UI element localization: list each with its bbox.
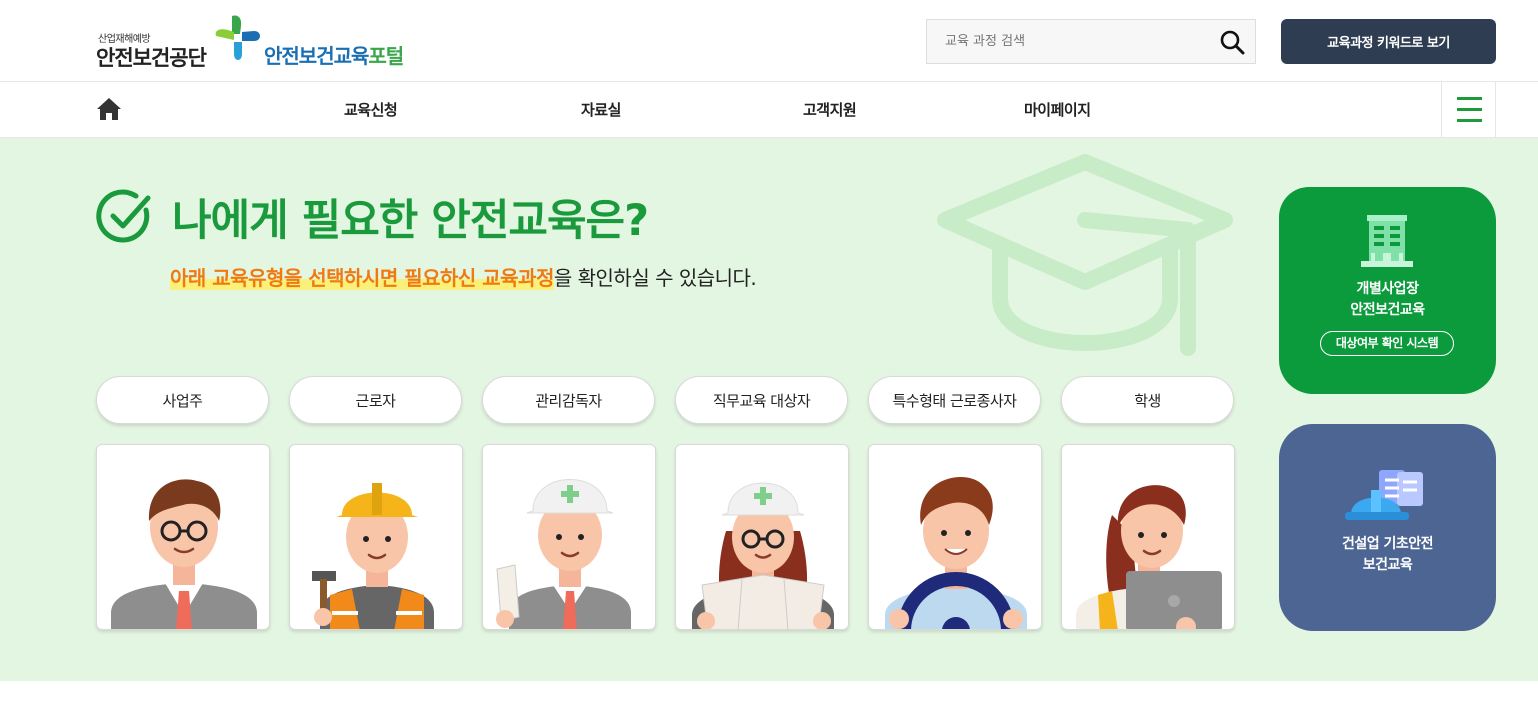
driver-illustration: [885, 477, 1027, 629]
workplace-education-title: 개별사업장 안전보건교육: [1279, 279, 1496, 321]
card-supervisor[interactable]: [482, 444, 656, 630]
nav-item-support[interactable]: 고객지원: [803, 99, 857, 120]
nav-item-library[interactable]: 자료실: [581, 99, 621, 120]
course-search: [926, 19, 1256, 64]
graduation-cap-icon: [937, 154, 1233, 356]
eligibility-check-link[interactable]: 대상여부 확인 시스템: [1320, 331, 1454, 356]
construction-education-card[interactable]: 건설업 기초안전 보건교육: [1279, 424, 1496, 631]
top-bar: 산업재해예방 안전보건공단 안전보건교육포털 교육과정 키워드로 보기: [0, 0, 1538, 82]
workplace-education-title-line1: 개별사업장: [1356, 281, 1419, 297]
category-job-training-button[interactable]: 직무교육 대상자: [675, 376, 848, 424]
search-icon[interactable]: [1219, 29, 1245, 55]
category-student-button[interactable]: 학생: [1061, 376, 1234, 424]
card-job-training[interactable]: [675, 444, 849, 630]
construction-education-title-line2: 보건교육: [1362, 557, 1413, 573]
keyword-view-button[interactable]: 교육과정 키워드로 보기: [1281, 19, 1496, 64]
logo-agency-name: 안전보건공단: [96, 46, 207, 70]
hero-subtitle: 아래 교육유형을 선택하시면 필요하신 교육과정을 확인하실 수 있습니다.: [170, 262, 757, 291]
portal-name-part2: 포털: [368, 44, 404, 68]
student-illustration: [1076, 485, 1222, 629]
workplace-education-card[interactable]: 개별사업장 안전보건교육 대상여부 확인 시스템: [1279, 187, 1496, 394]
hardhat-book-icon: [1345, 470, 1423, 520]
trainee-illustration: [692, 482, 834, 629]
category-special-worker-button[interactable]: 특수형태 근로종사자: [868, 376, 1041, 424]
category-supervisor-button[interactable]: 관리감독자: [482, 376, 655, 424]
worker-illustration: [312, 483, 434, 629]
portal-name: 안전보건교육포털: [264, 40, 404, 69]
cross-logo-icon: [215, 15, 260, 60]
card-worker[interactable]: [289, 444, 463, 630]
construction-education-title: 건설업 기초안전 보건교육: [1279, 534, 1496, 576]
card-student[interactable]: [1061, 444, 1235, 630]
category-worker-button[interactable]: 근로자: [289, 376, 462, 424]
home-icon[interactable]: [96, 97, 122, 121]
card-special-worker[interactable]: [868, 444, 1042, 630]
portal-name-part1: 안전보건교육: [264, 44, 369, 68]
hero-subtitle-highlight: 아래 교육유형을 선택하시면 필요하신 교육과정: [170, 266, 554, 290]
hero-section: 나에게 필요한 안전교육은? 아래 교육유형을 선택하시면 필요하신 교육과정을…: [0, 138, 1538, 681]
card-owner[interactable]: [96, 444, 270, 630]
hamburger-menu-icon[interactable]: [1441, 82, 1496, 137]
nav-item-mypage[interactable]: 마이페이지: [1024, 99, 1091, 120]
building-icon: [1361, 215, 1413, 267]
search-input[interactable]: [927, 20, 1207, 63]
category-owner-button[interactable]: 사업주: [96, 376, 269, 424]
construction-education-title-line1: 건설업 기초안전: [1341, 536, 1434, 552]
businessman-illustration: [111, 479, 257, 629]
hero-subtitle-rest: 을 확인하실 수 있습니다.: [553, 266, 757, 290]
hero-title: 나에게 필요한 안전교육은?: [172, 196, 649, 246]
main-nav: 교육신청 자료실 고객지원 마이페이지: [0, 82, 1538, 138]
check-circle-icon: [96, 189, 151, 243]
workplace-education-title-line2: 안전보건교육: [1350, 302, 1425, 318]
nav-item-course-apply[interactable]: 교육신청: [344, 99, 398, 120]
site-logo[interactable]: 산업재해예방 안전보건공단 안전보건교육포털: [96, 14, 426, 70]
supervisor-illustration: [496, 479, 631, 629]
